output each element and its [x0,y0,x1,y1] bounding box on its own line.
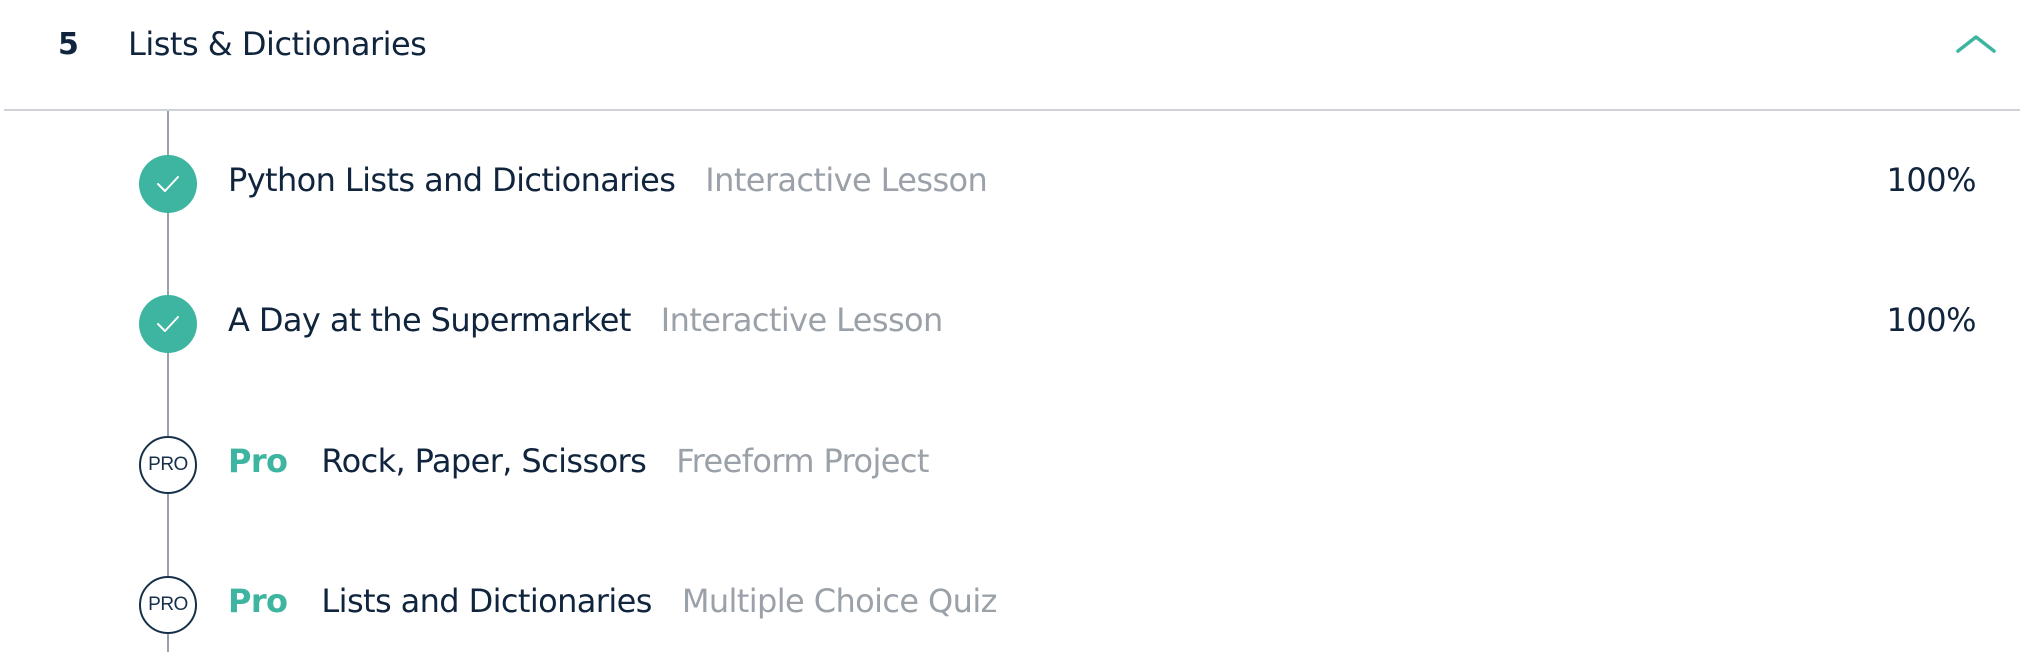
lesson-type: Freeform Project [676,442,929,480]
lesson-title-link[interactable]: Python Lists and Dictionaries [228,161,676,199]
lesson-row[interactable]: A Day at the Supermarket Interactive Less… [0,268,2034,378]
section-number: 5 [58,27,80,62]
chevron-up-icon[interactable] [1954,29,1998,59]
pro-badge-text: PRO [148,454,188,475]
pro-badge-icon: PRO [139,576,197,634]
lesson-text: Pro Rock, Paper, Scissors Freeform Project [228,442,929,480]
lesson-type: Interactive Lesson [660,301,944,339]
lesson-type: Multiple Choice Quiz [681,582,998,620]
lesson-type: Interactive Lesson [705,161,988,199]
progress-percent: 100% [1886,161,1977,199]
lesson-text: Python Lists and Dictionaries Interactive… [228,161,988,199]
lesson-row[interactable]: PRO Pro Lists and Dictionaries Multiple Ch… [0,549,2034,659]
pro-badge-text: PRO [148,594,188,615]
pro-tag: Pro [228,442,288,480]
lesson-title-link[interactable]: A Day at the Supermarket [228,301,631,339]
checkmark-icon [139,155,197,213]
lesson-text: A Day at the Supermarket Interactive Less… [228,301,943,339]
checkmark-icon [139,295,197,353]
lesson-row[interactable]: PRO Pro Rock, Paper, Scissors Freeform Pro… [0,409,2034,519]
lesson-text: Pro Lists and Dictionaries Multiple Choice… [228,582,997,620]
progress-percent: 100% [1886,301,1977,339]
lesson-row[interactable]: Python Lists and Dictionaries Interactive… [0,128,2034,238]
lesson-title-link[interactable]: Rock, Paper, Scissors [321,442,646,480]
section-header[interactable]: 5 Lists & Dictionaries [4,0,2020,111]
section-title: Lists & Dictionaries [128,25,427,63]
pro-badge-icon: PRO [139,436,197,494]
pro-tag: Pro [228,582,288,620]
lesson-title-link[interactable]: Lists and Dictionaries [321,582,652,620]
